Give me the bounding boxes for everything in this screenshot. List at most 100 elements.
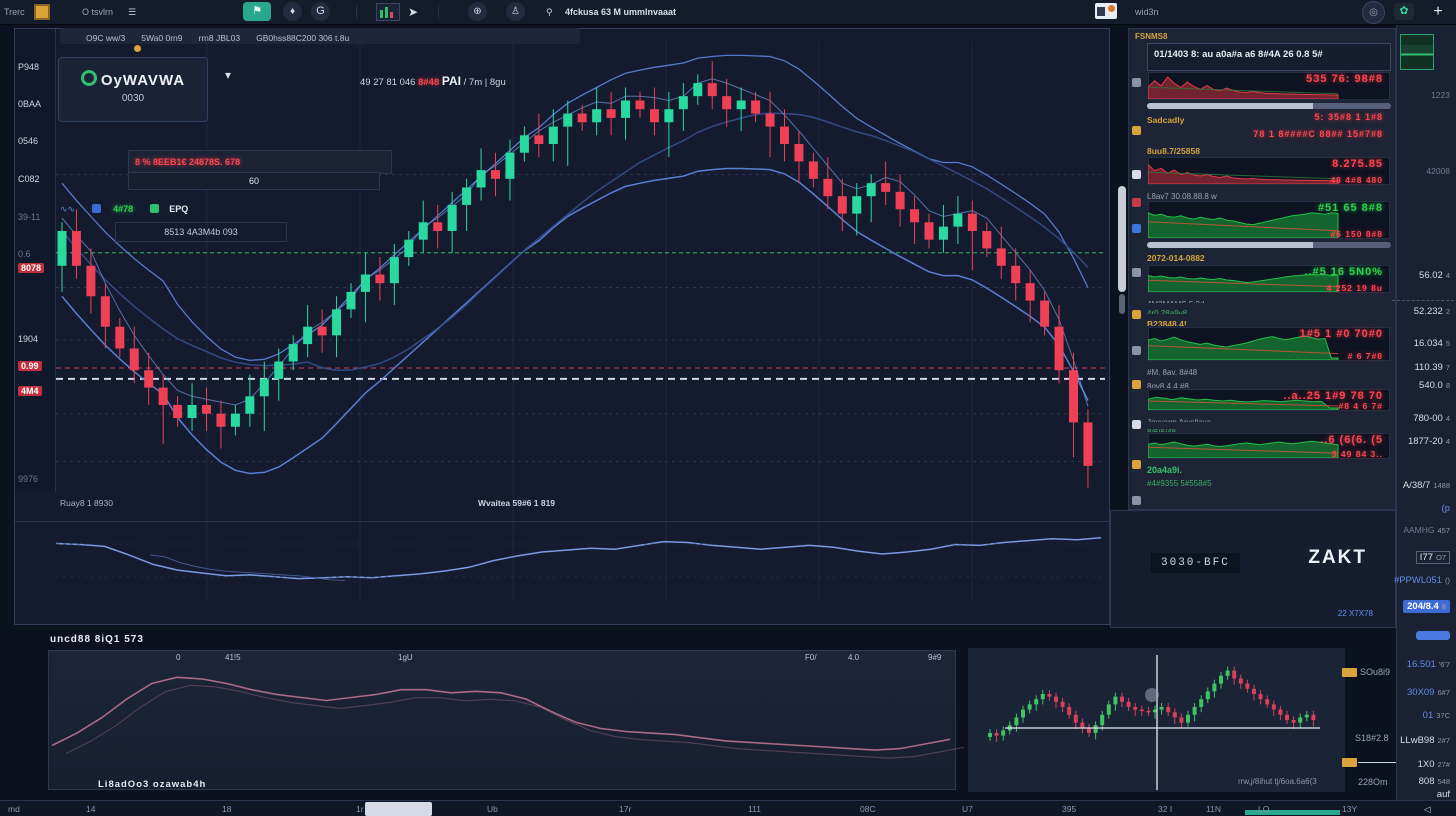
chart-tabs: O9C ww/3 5Wa0 0rn9 rrn8 JBL03 GB0hss88C200 … xyxy=(60,28,580,44)
watchlist-item-icon[interactable] xyxy=(1132,268,1141,277)
chart-thumb-icon[interactable] xyxy=(376,3,400,21)
world-icon[interactable]: ⊕ xyxy=(468,2,487,21)
watchlist-item-icon[interactable] xyxy=(1132,78,1141,87)
tab-2[interactable]: rrn8 JBL03 xyxy=(198,30,240,46)
account-label[interactable]: O tsvlrn xyxy=(82,0,113,24)
quote-value[interactable]: 16.0345 xyxy=(1414,338,1450,349)
quote-value[interactable]: 0137C xyxy=(1423,710,1450,721)
instrument-code[interactable]: 3030-BFC xyxy=(1151,553,1240,573)
quote-value[interactable]: A/38/71488 xyxy=(1403,480,1450,491)
green-chip-icon[interactable] xyxy=(150,204,159,213)
quote-value[interactable]: 16.501'6'7 xyxy=(1407,659,1450,670)
quote-value[interactable]: 56.024 xyxy=(1419,270,1450,281)
symbol-selector[interactable]: OyWAVWA 0030 ▾ xyxy=(58,57,208,122)
watchlist-item-icon[interactable] xyxy=(1132,224,1141,233)
watchlist-row[interactable]: 4M2MAMS 5:3d xyxy=(1147,294,1391,303)
watchlist-row[interactable]: 2072-014-0882 xyxy=(1147,248,1391,264)
vertical-scrollbar[interactable] xyxy=(1118,186,1126,292)
watchlist-item-icon[interactable] xyxy=(1132,496,1141,505)
right-label: wid3n xyxy=(1135,0,1159,24)
watchlist-item-icon[interactable] xyxy=(1132,126,1141,135)
quote-value[interactable]: I77O7 xyxy=(1416,551,1450,564)
row-link[interactable]: 20a4a9i. xyxy=(1147,465,1182,473)
mini-chart-thumbnail[interactable] xyxy=(1400,34,1434,70)
row-value: ..6 (6(6. (5 xyxy=(1320,434,1383,446)
watchlist-row[interactable]: 8/6/6/48 xyxy=(1147,422,1391,432)
add-button[interactable]: + xyxy=(1428,0,1448,24)
blue-chip-icon[interactable] xyxy=(92,204,101,213)
price-axis-label: 0.99 xyxy=(18,361,42,371)
watchlist-row[interactable]: L8av7 30.08.88.8 w xyxy=(1147,186,1391,200)
horizontal-scrollbar-thumb[interactable] xyxy=(365,802,432,816)
leaf-icon[interactable]: ✿ xyxy=(1394,3,1414,20)
watchlist-item-icon[interactable] xyxy=(1132,170,1141,179)
indicator-legend-row2: ∿∿ 4#78 EPQ xyxy=(60,200,380,218)
watchlist-row[interactable]: ..#5 16 5N0%4 252 19 8u xyxy=(1147,264,1391,294)
quote-value[interactable]: 540.08 xyxy=(1419,380,1450,391)
watchlist-row[interactable]: 20a4a9i. xyxy=(1147,460,1391,473)
tab-0[interactable]: O9C ww/3 xyxy=(86,30,125,46)
tab-3[interactable]: GB0hss88C200 306 t.8u xyxy=(256,30,349,46)
watchlist-item-icon[interactable] xyxy=(1132,198,1141,207)
quote-value[interactable]: 1877-204 xyxy=(1408,436,1450,447)
price-axis-label: 9976 xyxy=(18,474,52,484)
time-axis-label: Ub xyxy=(487,804,498,814)
profile-icon[interactable]: ♙ xyxy=(506,2,525,21)
quote-value[interactable]: 1223 xyxy=(1431,90,1450,100)
quote-value[interactable]: AAMHG457 xyxy=(1403,525,1450,535)
watchlist-row[interactable]: #51 65 8#8#6 150 8#8 xyxy=(1147,200,1391,240)
menu-button[interactable]: Trerc xyxy=(4,0,25,24)
watchlist-row[interactable]: 8.275.8548 4#8 480 xyxy=(1147,156,1391,186)
indicator-legend-box[interactable]: 60 xyxy=(128,172,380,190)
bell-icon[interactable]: ♦ xyxy=(283,2,302,21)
quote-value[interactable]: 8#8#8 xyxy=(1416,631,1450,640)
watchlist-row[interactable]: ..6 (6(6. (53 49 84 3.. xyxy=(1147,432,1391,460)
watchlist-row[interactable]: 4r0 28a9v8 xyxy=(1147,303,1391,314)
globe-icon[interactable]: G xyxy=(311,2,330,21)
quote-value[interactable]: 780-004 xyxy=(1413,413,1450,424)
watchlist-item-icon[interactable] xyxy=(1132,420,1141,429)
quote-value[interactable]: 52.2322 xyxy=(1414,306,1450,317)
quote-value[interactable]: 204/8.46 xyxy=(1403,600,1450,613)
quote-value[interactable]: #PPWL051() xyxy=(1394,575,1450,586)
quote-value[interactable]: LLwB982#7 xyxy=(1400,735,1450,746)
quote-value[interactable]: auf xyxy=(1437,789,1450,800)
quote-value[interactable]: 42008 xyxy=(1426,166,1450,176)
watchlist-item-icon[interactable] xyxy=(1132,310,1141,319)
layout-icon[interactable] xyxy=(1095,3,1117,19)
watchlist-row[interactable]: 01/1403 8: au a0a#a a6 8#4A 26 0.8 5# xyxy=(1147,43,1391,71)
quote-value[interactable]: 30X096#7 xyxy=(1407,687,1450,698)
share-arrow-icon[interactable]: ➤ xyxy=(408,0,418,24)
watchlist-row[interactable]: 8qv8 4.4 #8 xyxy=(1147,376,1391,388)
watchlist-row[interactable]: Sadcadly5: 35#8 1 1#8 xyxy=(1147,110,1391,127)
camera-icon[interactable]: ◎ xyxy=(1362,1,1385,24)
watchlist-row[interactable] xyxy=(1147,101,1391,110)
watchlist-row[interactable]: #M. 8av. 8#48 xyxy=(1147,362,1391,376)
back-icon[interactable]: ◁ xyxy=(1424,804,1431,815)
watchlist-item-icon[interactable] xyxy=(1132,346,1141,355)
watchlist-item-icon[interactable] xyxy=(1132,460,1141,469)
logo-icon[interactable] xyxy=(34,4,50,20)
row-value: 8.275.85 xyxy=(1332,158,1383,170)
pin-icon[interactable]: ⚲ xyxy=(546,0,553,24)
watchlist-row[interactable]: B23848.4! xyxy=(1147,314,1391,326)
sub-pane-label[interactable]: Ruay8 1 8930 xyxy=(60,498,113,508)
tab-1[interactable]: 5Wa0 0rn9 xyxy=(141,30,182,46)
quote-value[interactable]: 1X027# xyxy=(1418,759,1450,770)
watchlist-row[interactable]: 78 1 8####C 88## 15#7#8 xyxy=(1147,127,1391,141)
quote-value[interactable]: 808548 xyxy=(1419,776,1450,787)
flag-button[interactable]: ⚑ xyxy=(243,2,271,21)
watchlist-row[interactable]: 535 76: 98#8 xyxy=(1147,71,1391,101)
chevron-down-icon[interactable]: ▾ xyxy=(225,68,231,82)
watchlist-scrollbar[interactable] xyxy=(1147,103,1391,109)
watchlist-row[interactable]: 1#5 1 #0 70#0# 6 7#8 xyxy=(1147,326,1391,362)
watchlist-row[interactable]: Jayvagn Arvsllava xyxy=(1147,412,1391,422)
watchlist-row[interactable]: #4#9355 5#558#5 xyxy=(1147,473,1391,487)
filter-icon[interactable]: ☰ xyxy=(128,0,136,24)
watchlist-item-icon[interactable] xyxy=(1132,380,1141,389)
quote-value[interactable]: (p xyxy=(1442,503,1450,514)
watchlist-row[interactable]: 8uu8.7/25858 xyxy=(1147,141,1391,156)
watchlist-row[interactable]: ..a..25 1#9 78 70#8 4 6 7# xyxy=(1147,388,1391,412)
quote-value[interactable]: 110.397 xyxy=(1414,362,1450,373)
watchlist-row[interactable] xyxy=(1147,240,1391,248)
